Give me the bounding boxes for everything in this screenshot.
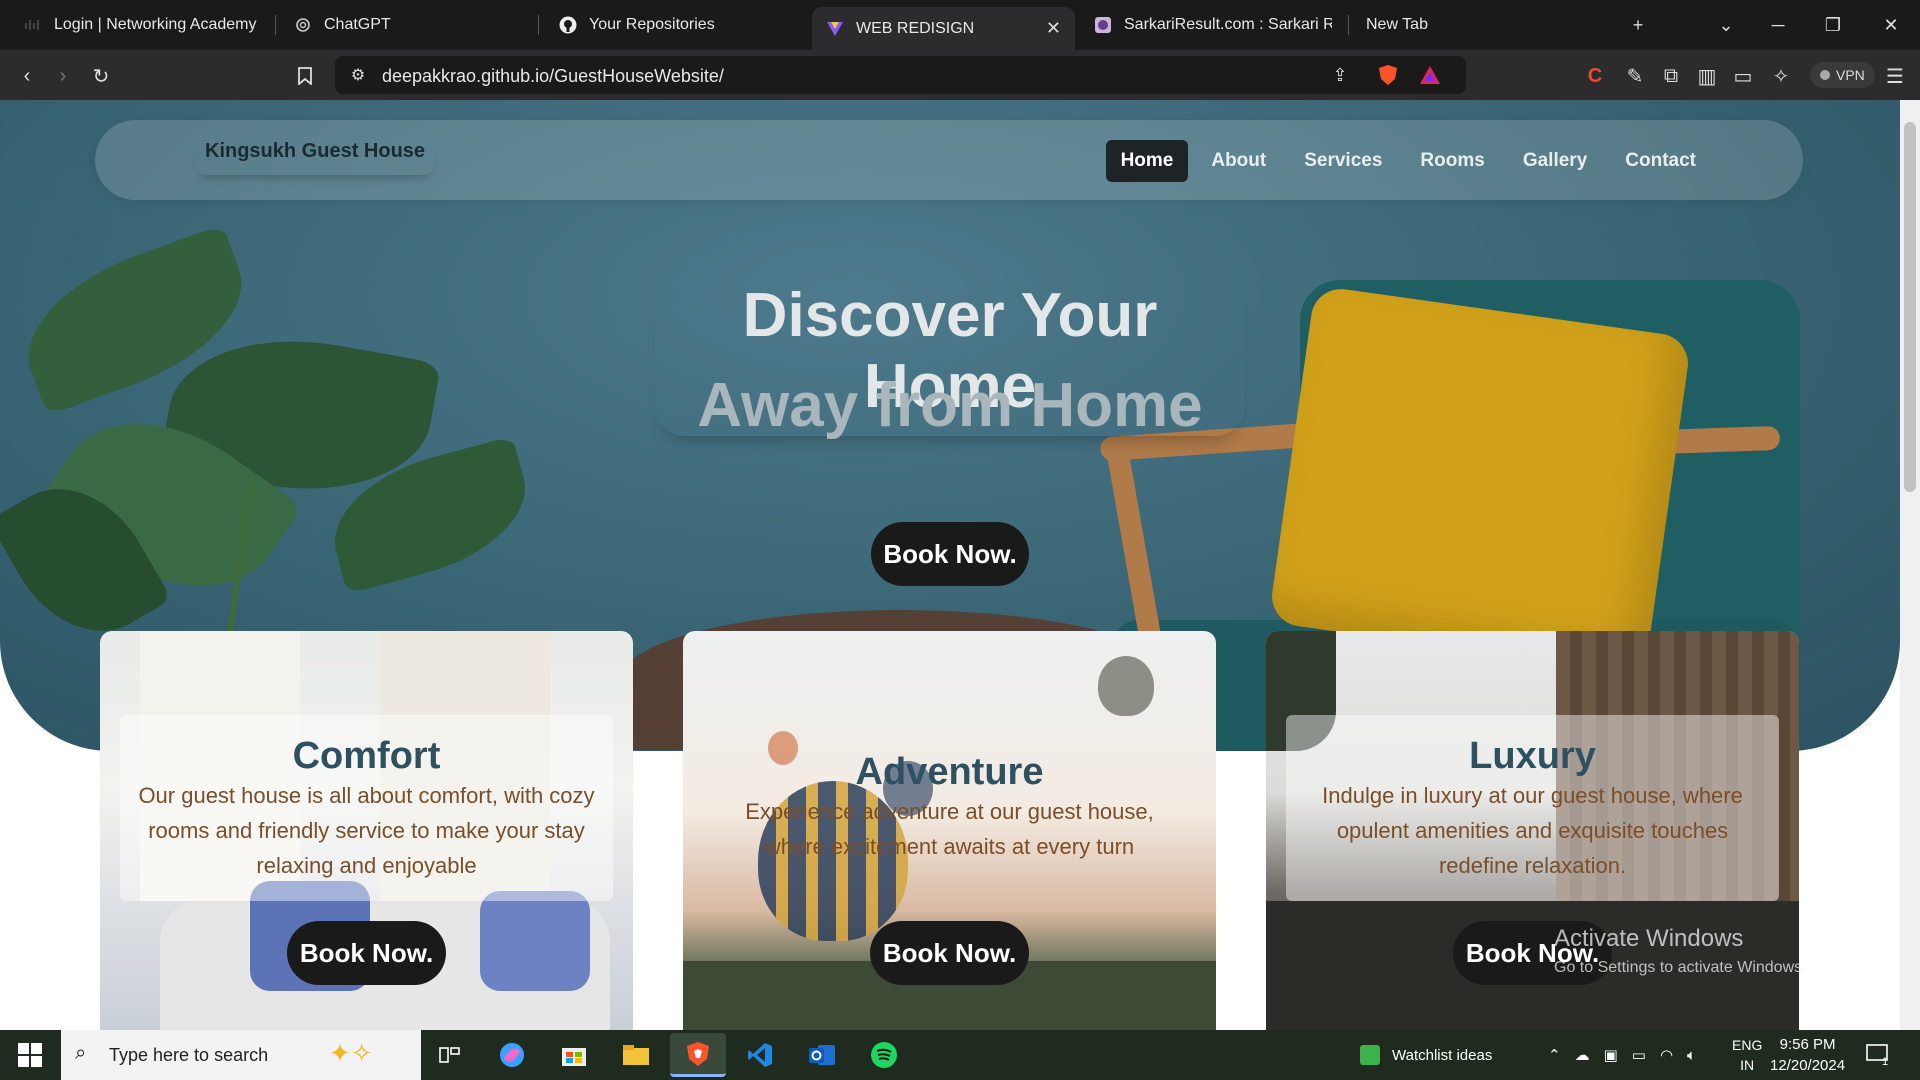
nav-home[interactable]: Home	[1105, 140, 1189, 182]
hero-subheadline: Away from Home	[697, 371, 1203, 440]
leo-ai-icon[interactable]: ✧	[1766, 61, 1796, 91]
vpn-status-icon	[1820, 70, 1830, 80]
adventure-card: Adventure Experience adventure at our gu…	[683, 631, 1216, 1030]
tab-separator	[275, 15, 276, 35]
comfort-card-title: Comfort	[292, 735, 441, 777]
site-settings-icon[interactable]: ⚙	[343, 60, 373, 90]
forward-icon[interactable]: ›	[48, 61, 78, 91]
copilot-icon[interactable]	[484, 1033, 540, 1077]
luxury-card-text: Indulge in luxury at our guest house, wh…	[1322, 783, 1743, 878]
color-picker-icon[interactable]: ✎	[1620, 61, 1650, 91]
language-indicator[interactable]: ENG IN	[1732, 1030, 1762, 1080]
extensions-puzzle-icon[interactable]: ⧉	[1656, 61, 1686, 91]
site-navbar: Kingsukh Guest House Home About Services…	[95, 120, 1803, 200]
new-tab-button[interactable]: +	[1620, 8, 1656, 42]
page-scrollbar[interactable]	[1900, 100, 1920, 1030]
tab-chatgpt[interactable]: ChatGPT	[280, 6, 535, 44]
task-view-icon[interactable]	[422, 1033, 478, 1077]
vercel-icon	[826, 20, 844, 38]
close-tab-icon[interactable]: ✕	[1046, 18, 1061, 39]
vpn-button[interactable]: VPN	[1810, 62, 1875, 88]
windows-start-icon[interactable]	[10, 1040, 50, 1070]
file-explorer-icon[interactable]	[608, 1033, 664, 1077]
tab-web-redisign[interactable]: WEB REDISIGN ✕	[812, 7, 1075, 50]
adventure-book-now-button[interactable]: Book Now.	[870, 921, 1029, 985]
taskbar-search-input[interactable]: ⌕ Type here to search ✦✧	[61, 1030, 421, 1080]
bookmark-icon[interactable]	[290, 61, 320, 91]
browser-toolbar: ‹ › ↻ ⚙ deepakkrao.github.io/GuestHouseW…	[0, 50, 1920, 100]
site-brand[interactable]: Kingsukh Guest House	[195, 138, 435, 175]
luxury-card-title: Luxury	[1469, 735, 1596, 777]
nav-links: Home About Services Rooms Gallery Contac…	[1105, 140, 1711, 182]
system-tray: ⌃ ☁ ▣ ▭ ◠ 🔈︎	[1548, 1030, 1696, 1080]
tab-networking-academy[interactable]: Login | Networking Academy w	[10, 6, 272, 44]
windows-taskbar: ⌕ Type here to search ✦✧ Watchlist ideas…	[0, 1030, 1920, 1080]
widget-watchlist[interactable]: Watchlist ideas	[1360, 1030, 1492, 1080]
microsoft-store-icon[interactable]	[546, 1033, 602, 1077]
nav-services[interactable]: Services	[1289, 140, 1397, 182]
spotify-icon[interactable]	[856, 1033, 912, 1077]
share-icon[interactable]: ⇪	[1325, 60, 1355, 90]
show-hidden-icons-icon[interactable]: ⌃	[1548, 1046, 1561, 1064]
volume-icon[interactable]: 🔈︎	[1687, 1047, 1696, 1064]
meet-now-icon[interactable]: ▣	[1604, 1046, 1618, 1064]
cisco-icon	[24, 16, 42, 34]
github-icon	[559, 16, 577, 34]
wifi-icon[interactable]: ◠	[1660, 1046, 1673, 1064]
adventure-card-text: Experience adventure at our guest house,…	[745, 799, 1154, 859]
nav-about[interactable]: About	[1196, 140, 1281, 182]
nav-contact[interactable]: Contact	[1610, 140, 1711, 182]
notification-center-icon[interactable]: 1	[1866, 1030, 1888, 1080]
nav-rooms[interactable]: Rooms	[1405, 140, 1499, 182]
tab-sarkari-result[interactable]: SarkariResult.com : Sarkari Resu	[1080, 6, 1346, 44]
restore-icon[interactable]: ❐	[1815, 8, 1851, 42]
activate-windows-watermark: Activate Windows Go to Settings to activ…	[1554, 925, 1807, 976]
outlook-icon[interactable]	[794, 1033, 850, 1077]
sidebar-icon[interactable]: ▥	[1692, 61, 1722, 91]
brave-shields-icon[interactable]	[1373, 60, 1403, 90]
url-text[interactable]: deepakkrao.github.io/GuestHouseWebsite/	[382, 66, 724, 87]
comfort-card-text: Our guest house is all about comfort, wi…	[138, 783, 595, 878]
comfort-card: Comfort Our guest house is all about com…	[100, 631, 633, 1030]
pillow-illustration	[1268, 285, 1692, 675]
web-page: Kingsukh Guest House Home About Services…	[0, 100, 1920, 1030]
taskbar-clock[interactable]: 9:56 PM 12/20/2024	[1770, 1034, 1845, 1076]
sarkari-icon	[1094, 16, 1112, 34]
stock-chart-icon	[1360, 1045, 1380, 1065]
scrollbar-thumb[interactable]	[1904, 122, 1916, 492]
adventure-card-title: Adventure	[855, 751, 1044, 793]
address-bar[interactable]: ⚙ deepakkrao.github.io/GuestHouseWebsite…	[335, 56, 1466, 94]
back-icon[interactable]: ‹	[12, 61, 42, 91]
minimize-icon[interactable]: ─	[1760, 8, 1796, 42]
reload-icon[interactable]: ↻	[86, 61, 116, 91]
brave-rewards-icon[interactable]	[1415, 60, 1445, 90]
hero-book-now-button[interactable]: Book Now.	[871, 522, 1029, 586]
browser-tab-bar: Login | Networking Academy w ChatGPT You…	[0, 0, 1920, 50]
wallet-icon[interactable]: ▭	[1728, 61, 1758, 91]
tab-separator	[1348, 15, 1349, 35]
battery-icon[interactable]: ▭	[1632, 1046, 1646, 1064]
search-icon: ⌕	[75, 1042, 87, 1064]
tab-new-tab[interactable]: New Tab	[1352, 6, 1612, 44]
search-highlights-icon: ✦✧	[329, 1038, 373, 1068]
nav-gallery[interactable]: Gallery	[1508, 140, 1602, 182]
close-window-icon[interactable]: ✕	[1873, 8, 1909, 42]
tab-separator	[538, 15, 539, 35]
tab-github-repositories[interactable]: Your Repositories	[545, 6, 805, 44]
tab-list-chevron-icon[interactable]: ⌄	[1708, 8, 1744, 42]
chatgpt-icon	[294, 16, 312, 34]
menu-icon[interactable]: ☰	[1880, 61, 1910, 91]
onedrive-icon[interactable]: ☁	[1575, 1046, 1590, 1064]
comfort-book-now-button[interactable]: Book Now.	[287, 921, 446, 985]
brave-browser-icon[interactable]	[670, 1033, 726, 1077]
extension-c-icon[interactable]: C	[1580, 61, 1610, 91]
vscode-icon[interactable]	[732, 1033, 788, 1077]
